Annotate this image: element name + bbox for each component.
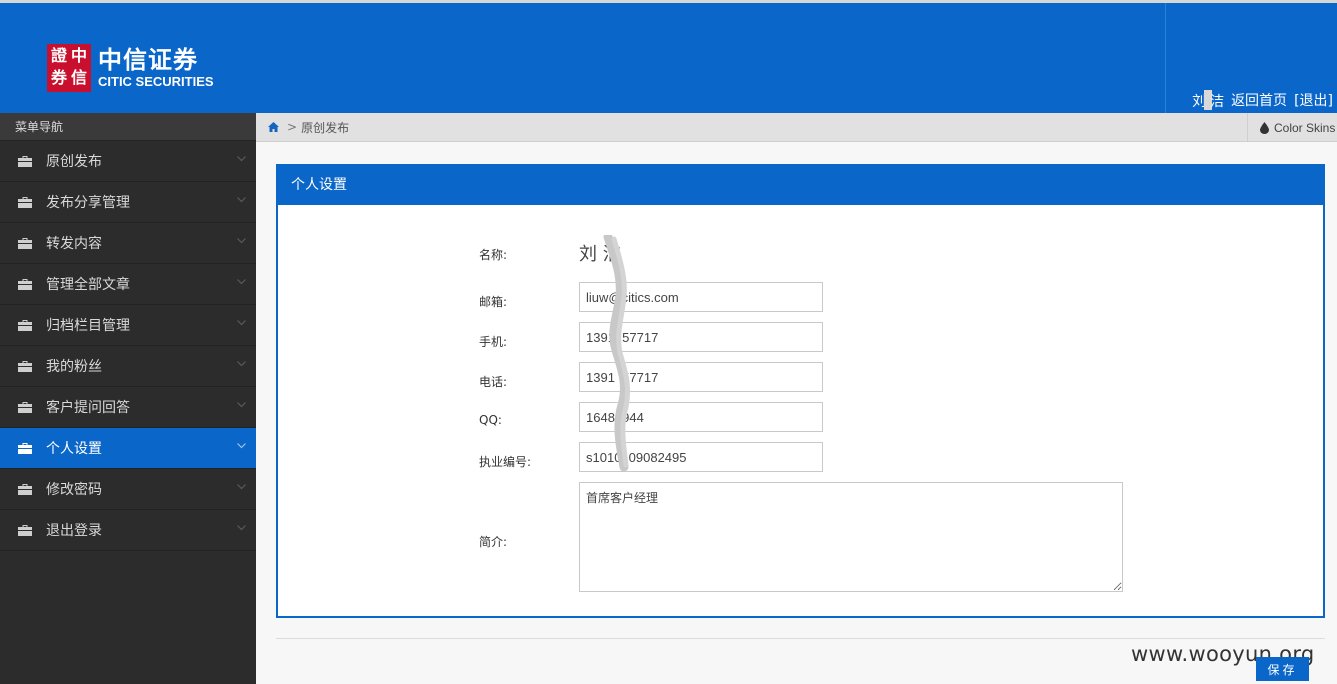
briefcase-icon — [18, 360, 32, 372]
user-name-part: 洁 — [1210, 94, 1225, 110]
mobile-input[interactable] — [579, 322, 823, 352]
briefcase-icon — [18, 155, 32, 167]
briefcase-icon — [18, 401, 32, 413]
chevron-down-icon — [237, 238, 246, 244]
sidebar-item[interactable]: 管理全部文章 — [0, 264, 256, 305]
logo-seal-char: 券 — [50, 68, 67, 87]
sidebar-nav: 原创发布发布分享管理 转发内容管理全部文章 归档栏目管理 我的粉丝客户提问回答 个人设置… — [0, 141, 256, 551]
sidebar-item-label: 个人设置 — [46, 441, 102, 457]
sidebar-item[interactable]: 修改密码 — [0, 469, 256, 510]
logo-seal-char: 證 — [50, 46, 67, 65]
logo-cn: 中信证券 — [98, 46, 198, 74]
sidebar-item-label: 转发内容 — [46, 236, 102, 252]
chevron-down-icon — [237, 484, 246, 490]
sidebar-item[interactable]: 发布分享管理 — [0, 182, 256, 223]
briefcase-icon — [18, 196, 32, 208]
intro-label: 简介: — [479, 535, 508, 549]
briefcase-icon — [18, 319, 32, 331]
sidebar: 菜单导航 原创发布发布分享管理 转发内容管理全部文章 归档栏目管理 我的粉丝客户提问回… — [0, 113, 256, 684]
sidebar-item-label: 修改密码 — [46, 482, 102, 498]
name-label: 名称: — [479, 248, 508, 262]
briefcase-icon — [18, 278, 32, 290]
sidebar-item[interactable]: 归档栏目管理 — [0, 305, 256, 346]
chevron-down-icon — [237, 197, 246, 203]
color-skins-label: Color Skins — [1274, 120, 1336, 135]
sidebar-item[interactable]: 转发内容 — [0, 223, 256, 264]
license-label: 执业编号: — [479, 455, 532, 469]
breadcrumb-separator: > — [287, 120, 298, 134]
sidebar-item[interactable]: 退出登录 — [0, 510, 256, 551]
briefcase-icon — [18, 524, 32, 536]
logout-link[interactable]: [退出] — [1294, 90, 1333, 111]
sidebar-item-label: 发布分享管理 — [46, 195, 130, 211]
briefcase-icon — [18, 237, 32, 249]
chevron-down-icon — [237, 279, 246, 285]
logo-seal-char: 中 — [70, 46, 87, 65]
sidebar-item-label: 客户提问回答 — [46, 400, 130, 416]
chevron-down-icon — [237, 361, 246, 367]
citic-logo[interactable]: 證 中 券 信 中信证券 CITIC SECURITIES — [47, 43, 214, 93]
header-divider — [1165, 3, 1166, 113]
sidebar-item[interactable]: 个人设置 — [0, 428, 256, 469]
mobile-label: 手机: — [479, 335, 508, 349]
droplet-icon — [1260, 121, 1269, 134]
sidebar-item-label: 原创发布 — [46, 154, 102, 170]
breadcrumb: > 原创发布 Color Skins — [256, 113, 1337, 142]
chevron-down-icon — [237, 402, 246, 408]
logo-seal-icon: 證 中 券 信 — [47, 44, 91, 92]
briefcase-icon — [18, 442, 32, 454]
name-value: 刘 洁 — [579, 244, 621, 265]
sidebar-item-label: 退出登录 — [46, 523, 102, 539]
sidebar-title: 菜单导航 — [0, 113, 256, 141]
breadcrumb-current[interactable]: 原创发布 — [301, 119, 349, 136]
home-icon[interactable] — [268, 122, 279, 132]
email-input[interactable] — [579, 282, 823, 312]
chevron-down-icon — [237, 320, 246, 326]
license-input[interactable] — [579, 442, 823, 472]
logo-text: 中信证券 CITIC SECURITIES — [98, 46, 214, 90]
home-link[interactable]: 返回首页 — [1231, 90, 1287, 111]
footer-divider — [276, 638, 1325, 639]
color-skins-button[interactable]: Color Skins — [1247, 113, 1337, 142]
briefcase-icon — [18, 483, 32, 495]
chevron-down-icon — [237, 156, 246, 162]
header: 證 中 券 信 中信证券 CITIC SECURITIES 刘洁 返回首页 [退… — [0, 3, 1337, 113]
qq-label: QQ: — [479, 413, 502, 427]
user-links: 刘洁 返回首页 [退出] — [1192, 90, 1333, 111]
sidebar-item-label: 我的粉丝 — [46, 359, 102, 375]
sidebar-item-label: 归档栏目管理 — [46, 318, 130, 334]
qq-input[interactable] — [579, 402, 823, 432]
panel-title: 个人设置 — [278, 166, 1323, 205]
sidebar-item-label: 管理全部文章 — [46, 277, 130, 293]
sidebar-item[interactable]: 原创发布 — [0, 141, 256, 182]
phone-label: 电话: — [479, 375, 508, 389]
user-name-link[interactable]: 刘洁 — [1192, 90, 1224, 111]
logo-en: CITIC SECURITIES — [98, 74, 214, 89]
logo-seal-char: 信 — [70, 68, 87, 87]
chevron-down-icon — [237, 443, 246, 449]
sidebar-item[interactable]: 我的粉丝 — [0, 346, 256, 387]
chevron-down-icon — [237, 525, 246, 531]
intro-textarea[interactable]: 首席客户经理 — [579, 482, 1123, 592]
save-button[interactable]: 保存 — [1256, 657, 1309, 681]
phone-input[interactable] — [579, 362, 823, 392]
email-label: 邮箱: — [479, 295, 508, 309]
sidebar-item[interactable]: 客户提问回答 — [0, 387, 256, 428]
